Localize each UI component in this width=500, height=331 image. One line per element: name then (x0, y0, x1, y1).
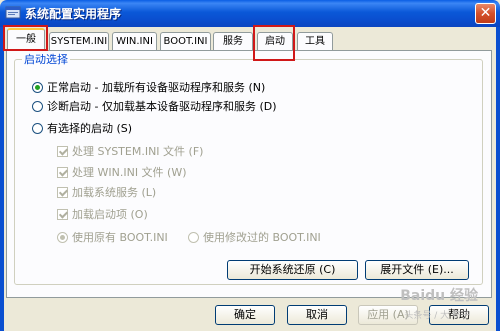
window-frame-left (0, 27, 4, 331)
window-title: 系统配置实用程序 (25, 7, 122, 21)
checkbox-indicator (57, 167, 68, 178)
option-label: 正常启动 - 加载所有设备驱动程序和服务 (N) (47, 81, 266, 94)
tab-general[interactable]: 一般 (7, 28, 45, 51)
radio-indicator (188, 232, 199, 243)
tab-services[interactable]: 服务 (213, 32, 253, 50)
check-system-ini[interactable]: 处理 SYSTEM.INI 文件 (F) (57, 143, 203, 159)
radio-indicator (32, 123, 43, 134)
radio-selective-startup[interactable]: 有选择的启动 (S) (32, 120, 132, 136)
tab-boot-ini[interactable]: BOOT.INI (160, 32, 211, 50)
option-label: 诊断启动 - 仅加载基本设备驱动程序和服务 (D) (47, 100, 277, 113)
system-restore-button[interactable]: 开始系统还原 (C) (227, 260, 358, 280)
radio-original-boot-ini[interactable]: 使用原有 BOOT.INI (57, 229, 168, 245)
checkbox-indicator (57, 187, 68, 198)
title-bar[interactable]: 系统配置实用程序 ✕ (0, 0, 500, 27)
radio-normal-startup[interactable]: 正常启动 - 加载所有设备驱动程序和服务 (N) (32, 79, 265, 95)
group-title: 启动选择 (22, 51, 70, 67)
expand-file-button[interactable]: 展开文件 (E)... (365, 260, 469, 280)
watermark-caption: 头条号 / 大 脐子 (404, 311, 470, 321)
check-label: 加载启动项 (O) (72, 208, 148, 221)
radio-indicator (57, 232, 68, 243)
window-frame-right (496, 27, 500, 331)
radio-indicator (32, 82, 43, 93)
close-button[interactable]: ✕ (475, 3, 496, 24)
tab-startup[interactable]: 启动 (257, 32, 293, 50)
tab-system-ini[interactable]: SYSTEM.INI (49, 32, 109, 50)
radio-diagnostic-startup[interactable]: 诊断启动 - 仅加载基本设备驱动程序和服务 (D) (32, 98, 277, 114)
check-label: 处理 SYSTEM.INI 文件 (F) (72, 145, 204, 158)
check-label: 加载系统服务 (L) (72, 186, 157, 199)
watermark-brand: Baidu 经验 (400, 288, 478, 304)
radio-modified-boot-ini[interactable]: 使用修改过的 BOOT.INI (188, 229, 321, 245)
check-startup-items[interactable]: 加载启动项 (O) (57, 206, 148, 222)
app-icon (5, 6, 21, 19)
check-system-services[interactable]: 加载系统服务 (L) (57, 184, 156, 200)
option-label: 有选择的启动 (S) (47, 122, 133, 135)
check-win-ini[interactable]: 处理 WIN.INI 文件 (W) (57, 164, 187, 180)
option-label: 使用修改过的 BOOT.INI (203, 231, 321, 244)
radio-indicator (32, 101, 43, 112)
tab-tools[interactable]: 工具 (297, 32, 333, 50)
checkbox-indicator (57, 146, 68, 157)
cancel-button[interactable]: 取消 (287, 305, 347, 325)
checkbox-indicator (57, 209, 68, 220)
check-label: 处理 WIN.INI 文件 (W) (72, 166, 187, 179)
ok-button[interactable]: 确定 (215, 305, 275, 325)
option-label: 使用原有 BOOT.INI (72, 231, 168, 244)
tab-win-ini[interactable]: WIN.INI (112, 32, 157, 50)
